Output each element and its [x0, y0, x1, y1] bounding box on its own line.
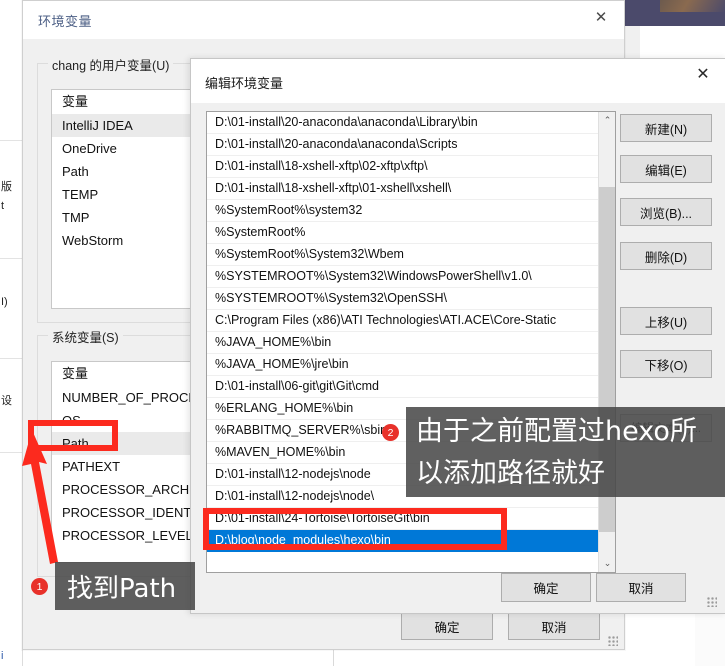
- highlight-box-hexo-path: [203, 508, 507, 550]
- red-arrow-icon: [22, 430, 58, 564]
- list-item[interactable]: %JAVA_HOME%\jre\bin: [207, 354, 615, 376]
- edit-entry-button[interactable]: 编辑(E): [620, 155, 712, 183]
- list-item[interactable]: D:\01-install\18-xshell-xftp\01-xshell\x…: [207, 178, 615, 200]
- new-entry-button[interactable]: 新建(N): [620, 114, 712, 142]
- left-fragment-text: 设: [1, 395, 12, 407]
- close-icon[interactable]: ✕: [680, 59, 725, 89]
- edit-ok-button[interactable]: 确定: [501, 573, 591, 602]
- annotation-text-1: 找到Path: [55, 562, 195, 610]
- left-fragment-text: t: [1, 200, 5, 212]
- path-list-scrollbar[interactable]: ⌃ ⌄: [598, 112, 615, 572]
- chevron-up-icon[interactable]: ⌃: [599, 112, 615, 129]
- background-window-controls: [640, 26, 725, 62]
- list-item[interactable]: C:\Program Files (x86)\ATI Technologies\…: [207, 310, 615, 332]
- annotation-badge-2: 2: [382, 424, 399, 441]
- edit-cancel-button[interactable]: 取消: [596, 573, 686, 602]
- env-dialog-titlebar: 环境变量 ✕: [23, 1, 624, 39]
- list-item[interactable]: %SYSTEMROOT%\System32\OpenSSH\: [207, 288, 615, 310]
- move-down-button[interactable]: 下移(O): [620, 350, 712, 378]
- list-item[interactable]: %JAVA_HOME%\bin: [207, 332, 615, 354]
- desktop-wallpaper-sliver: [660, 0, 725, 12]
- path-entries-list[interactable]: D:\01-install\20-anaconda\anaconda\Libra…: [206, 111, 616, 573]
- env-ok-button[interactable]: 确定: [401, 612, 493, 640]
- list-item[interactable]: D:\01-install\20-anaconda\anaconda\Scrip…: [207, 134, 615, 156]
- edit-dialog-titlebar: 编辑环境变量 ✕: [191, 59, 725, 103]
- annotation-box-2: 由于之前配置过hexo所 以添加路径就好: [406, 407, 725, 497]
- move-up-button[interactable]: 上移(U): [620, 307, 712, 335]
- chevron-down-icon[interactable]: ⌄: [599, 555, 615, 572]
- list-item[interactable]: %SystemRoot%\System32\Wbem: [207, 244, 615, 266]
- list-item[interactable]: %SystemRoot%\system32: [207, 200, 615, 222]
- list-item[interactable]: D:\01-install\20-anaconda\anaconda\Libra…: [207, 112, 615, 134]
- browse-button[interactable]: 浏览(B)...: [620, 198, 712, 226]
- system-variables-group-label: 系统变量(S): [48, 327, 123, 346]
- edit-dialog-title: 编辑环境变量: [205, 76, 284, 91]
- delete-entry-button[interactable]: 删除(D): [620, 242, 712, 270]
- close-icon[interactable]: ✕: [578, 1, 624, 32]
- list-item[interactable]: %SYSTEMROOT%\System32\WindowsPowerShell\…: [207, 266, 615, 288]
- resize-grip[interactable]: [608, 636, 618, 646]
- resize-grip[interactable]: [707, 597, 717, 607]
- annotation-text-2-line2: 以添加路径就好: [416, 458, 605, 489]
- list-item[interactable]: D:\01-install\18-xshell-xftp\02-xftp\xft…: [207, 156, 615, 178]
- user-variables-group-label: chang 的用户变量(U): [48, 55, 174, 74]
- annotation-text-2-line1: 由于之前配置过hexo所: [416, 416, 697, 447]
- env-dialog-title: 环境变量: [38, 14, 93, 29]
- list-item[interactable]: %SystemRoot%: [207, 222, 615, 244]
- list-item[interactable]: D:\01-install\06-git\git\Git\cmd: [207, 376, 615, 398]
- annotation-badge-1: 1: [31, 578, 48, 595]
- env-cancel-button[interactable]: 取消: [508, 612, 600, 640]
- left-fragment-text: I): [1, 296, 8, 308]
- left-fragment-text: 版: [1, 181, 12, 193]
